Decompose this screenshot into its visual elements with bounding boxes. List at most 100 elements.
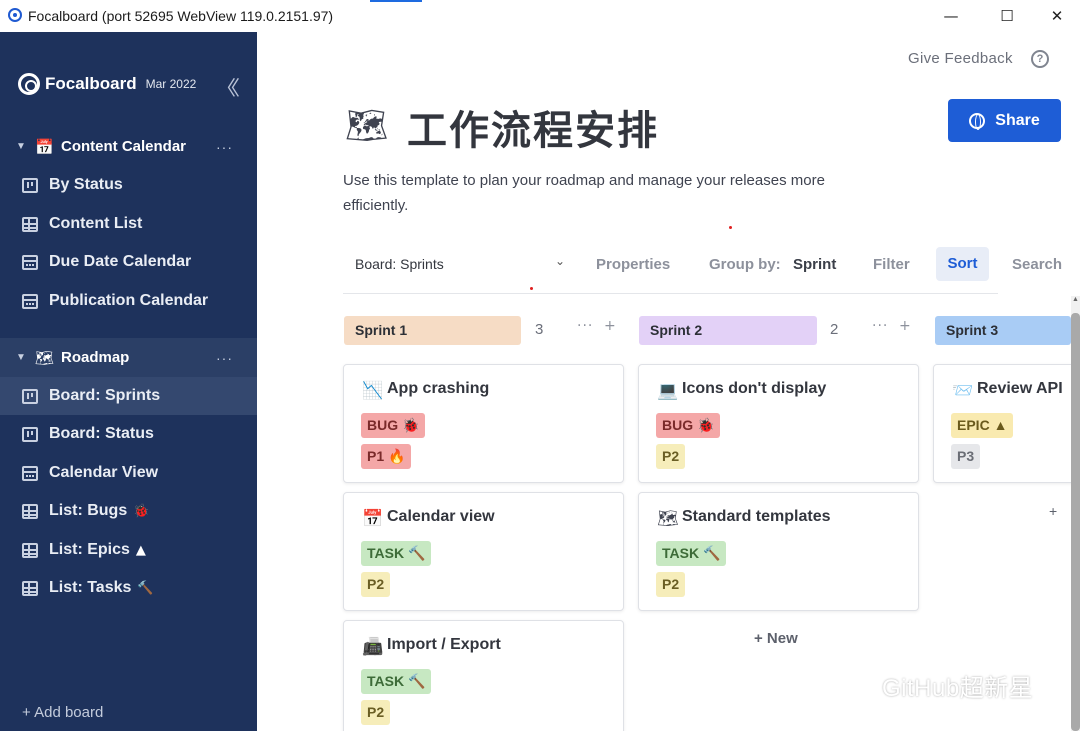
view-selector[interactable]: Board: Sprints (355, 256, 444, 272)
expand-caret-icon[interactable]: ▼ (16, 141, 26, 152)
help-icon[interactable]: ? (1031, 50, 1049, 68)
calendar-emoji-icon: 📅 (35, 137, 54, 156)
sidebar-item-list-tasks[interactable]: List: Tasks 🔨 (0, 569, 257, 607)
sidebar-item-by-status[interactable]: By Status (0, 166, 257, 204)
page-title[interactable]: 工作流程安排 (407, 98, 659, 156)
sidebar-item-label: Due Date Calendar (49, 253, 192, 270)
column-header-sprint-3[interactable]: Sprint 3 (935, 316, 1071, 345)
sidebar-item-label: List: Epics (49, 541, 130, 558)
group-menu-icon[interactable]: ··· (216, 139, 233, 155)
column-menu-icon[interactable]: ··· (577, 318, 593, 334)
page-map-emoji-icon[interactable]: 🗺 (345, 106, 388, 146)
group-menu-icon[interactable]: ··· (216, 350, 233, 366)
sidebar-item-publication-calendar[interactable]: Publication Calendar (0, 282, 257, 320)
board-view-icon (22, 426, 38, 442)
card-review-api[interactable]: 📨 Review API EPIC ▲ P3 (933, 364, 1080, 483)
sidebar-item-label: Calendar View (49, 464, 159, 481)
sidebar-item-board-status[interactable]: Board: Status (0, 415, 257, 453)
type-tag-bug: BUG 🐞 (361, 413, 426, 438)
chart-decreasing-icon: 📉 (362, 381, 384, 401)
sidebar-item-label: List: Bugs (49, 502, 128, 519)
sidebar-item-board-sprints[interactable]: Board: Sprints (0, 377, 257, 415)
sidebar-item-label: List: Tasks (49, 579, 132, 596)
sidebar: Focalboard Mar 2022 〈〈 ▼ 📅 Content Calen… (0, 32, 257, 731)
card-title: Standard templates (682, 508, 831, 525)
column-header-sprint-2[interactable]: Sprint 2 (639, 316, 817, 345)
column-menu-icon[interactable]: ··· (872, 318, 888, 334)
bug-icon: 🐞 (133, 503, 150, 519)
scroll-up-arrow-icon[interactable]: ▲ (1071, 296, 1080, 308)
priority-tag: P1 🔥 (361, 444, 412, 469)
column-card-count: 3 (535, 321, 544, 338)
focalboard-app-icon (8, 8, 22, 22)
card-app-crashing[interactable]: 📉 App crashing BUG 🐞 P1 🔥 (343, 364, 624, 483)
sidebar-item-calendar-view[interactable]: Calendar View (0, 454, 257, 492)
map-icon: 🗺 (657, 509, 679, 529)
column-add-card-icon[interactable]: + (604, 318, 617, 334)
map-emoji-icon: 🗺 (35, 348, 55, 367)
card-standard-templates[interactable]: 🗺 Standard templates TASK 🔨 P2 (638, 492, 919, 611)
expand-caret-icon[interactable]: ▼ (16, 352, 26, 363)
table-view-icon (22, 580, 38, 596)
sidebar-item-label: Content List (49, 215, 143, 232)
sidebar-group-roadmap[interactable]: ▼ 🗺 Roadmap ··· (0, 338, 257, 377)
sidebar-item-list-epics[interactable]: List: Epics ▲ (0, 531, 257, 569)
search-button[interactable]: Search (1012, 256, 1062, 273)
sidebar-item-label: Board: Sprints (49, 387, 161, 404)
laptop-icon: 💻 (657, 381, 679, 401)
priority-tag: P2 (656, 572, 686, 597)
card-calendar-view[interactable]: 📅 Calendar view TASK 🔨 P2 (343, 492, 624, 611)
fax-machine-icon: 📠 (362, 637, 384, 657)
sidebar-group-label: Roadmap (61, 349, 130, 366)
mountain-icon: ▲ (135, 542, 146, 558)
add-new-card-button[interactable]: + New (754, 630, 798, 647)
globe-icon (969, 112, 986, 130)
add-card-plus-icon[interactable]: + (1049, 503, 1057, 519)
window-titlebar: Focalboard (port 52695 WebView 119.0.215… (0, 0, 1080, 32)
logo-text: Focalboard (45, 74, 137, 93)
column-header-sprint-1[interactable]: Sprint 1 (344, 316, 521, 345)
scrollbar-thumb[interactable] (1071, 313, 1080, 731)
board-view-icon (22, 388, 38, 404)
card-import-export[interactable]: 📠 Import / Export TASK 🔨 P2 (343, 620, 624, 731)
column-card-count: 2 (830, 321, 839, 338)
filter-button[interactable]: Filter (873, 256, 910, 273)
window-title: Focalboard (port 52695 WebView 119.0.215… (28, 8, 334, 24)
minimize-button[interactable]: — (940, 6, 962, 26)
sidebar-item-label: Publication Calendar (49, 292, 209, 309)
maximize-button[interactable]: ☐ (996, 6, 1018, 26)
table-view-icon (22, 503, 38, 519)
type-tag-bug: BUG 🐞 (656, 413, 721, 438)
hammer-icon: 🔨 (137, 580, 154, 596)
type-tag-task: TASK 🔨 (656, 541, 727, 566)
sidebar-item-list-bugs[interactable]: List: Bugs 🐞 (0, 492, 257, 530)
collapse-sidebar-icon[interactable]: 〈〈 (216, 72, 240, 101)
priority-tag: P2 (361, 572, 391, 597)
close-button[interactable]: ✕ (1046, 6, 1068, 26)
add-board-button[interactable]: + Add board (22, 704, 103, 721)
watermark-text: GitHub超新星 (882, 675, 1034, 702)
table-view-icon (22, 542, 38, 558)
properties-button[interactable]: Properties (596, 256, 670, 273)
sidebar-group-content-calendar[interactable]: ▼ 📅 Content Calendar ··· (0, 127, 257, 166)
sidebar-item-label: By Status (49, 176, 123, 193)
card-title: Calendar view (387, 508, 495, 525)
type-tag-epic: EPIC ▲ (951, 413, 1014, 438)
sidebar-item-label: Board: Status (49, 425, 154, 442)
sidebar-item-content-list[interactable]: Content List (0, 205, 257, 243)
sort-button[interactable]: Sort (936, 247, 989, 281)
card-icons-dont-display[interactable]: 💻 Icons don't display BUG 🐞 P2 (638, 364, 919, 483)
titlebar-accent-line (370, 0, 422, 2)
board-description[interactable]: Use this template to plan your roadmap a… (343, 168, 883, 218)
chevron-down-icon[interactable]: ⌄ (555, 254, 565, 268)
sidebar-item-due-date-calendar[interactable]: Due Date Calendar (0, 243, 257, 281)
group-by-label[interactable]: Group by: (709, 256, 781, 273)
card-title: Icons don't display (682, 380, 827, 397)
sidebar-logo[interactable]: Focalboard Mar 2022 (18, 72, 196, 96)
share-button[interactable]: Share (948, 99, 1061, 142)
board-view-icon (22, 177, 38, 193)
group-by-value[interactable]: Sprint (793, 256, 836, 273)
give-feedback-link[interactable]: Give Feedback (908, 50, 1013, 67)
column-add-card-icon[interactable]: + (899, 318, 912, 334)
card-title: App crashing (387, 380, 490, 397)
